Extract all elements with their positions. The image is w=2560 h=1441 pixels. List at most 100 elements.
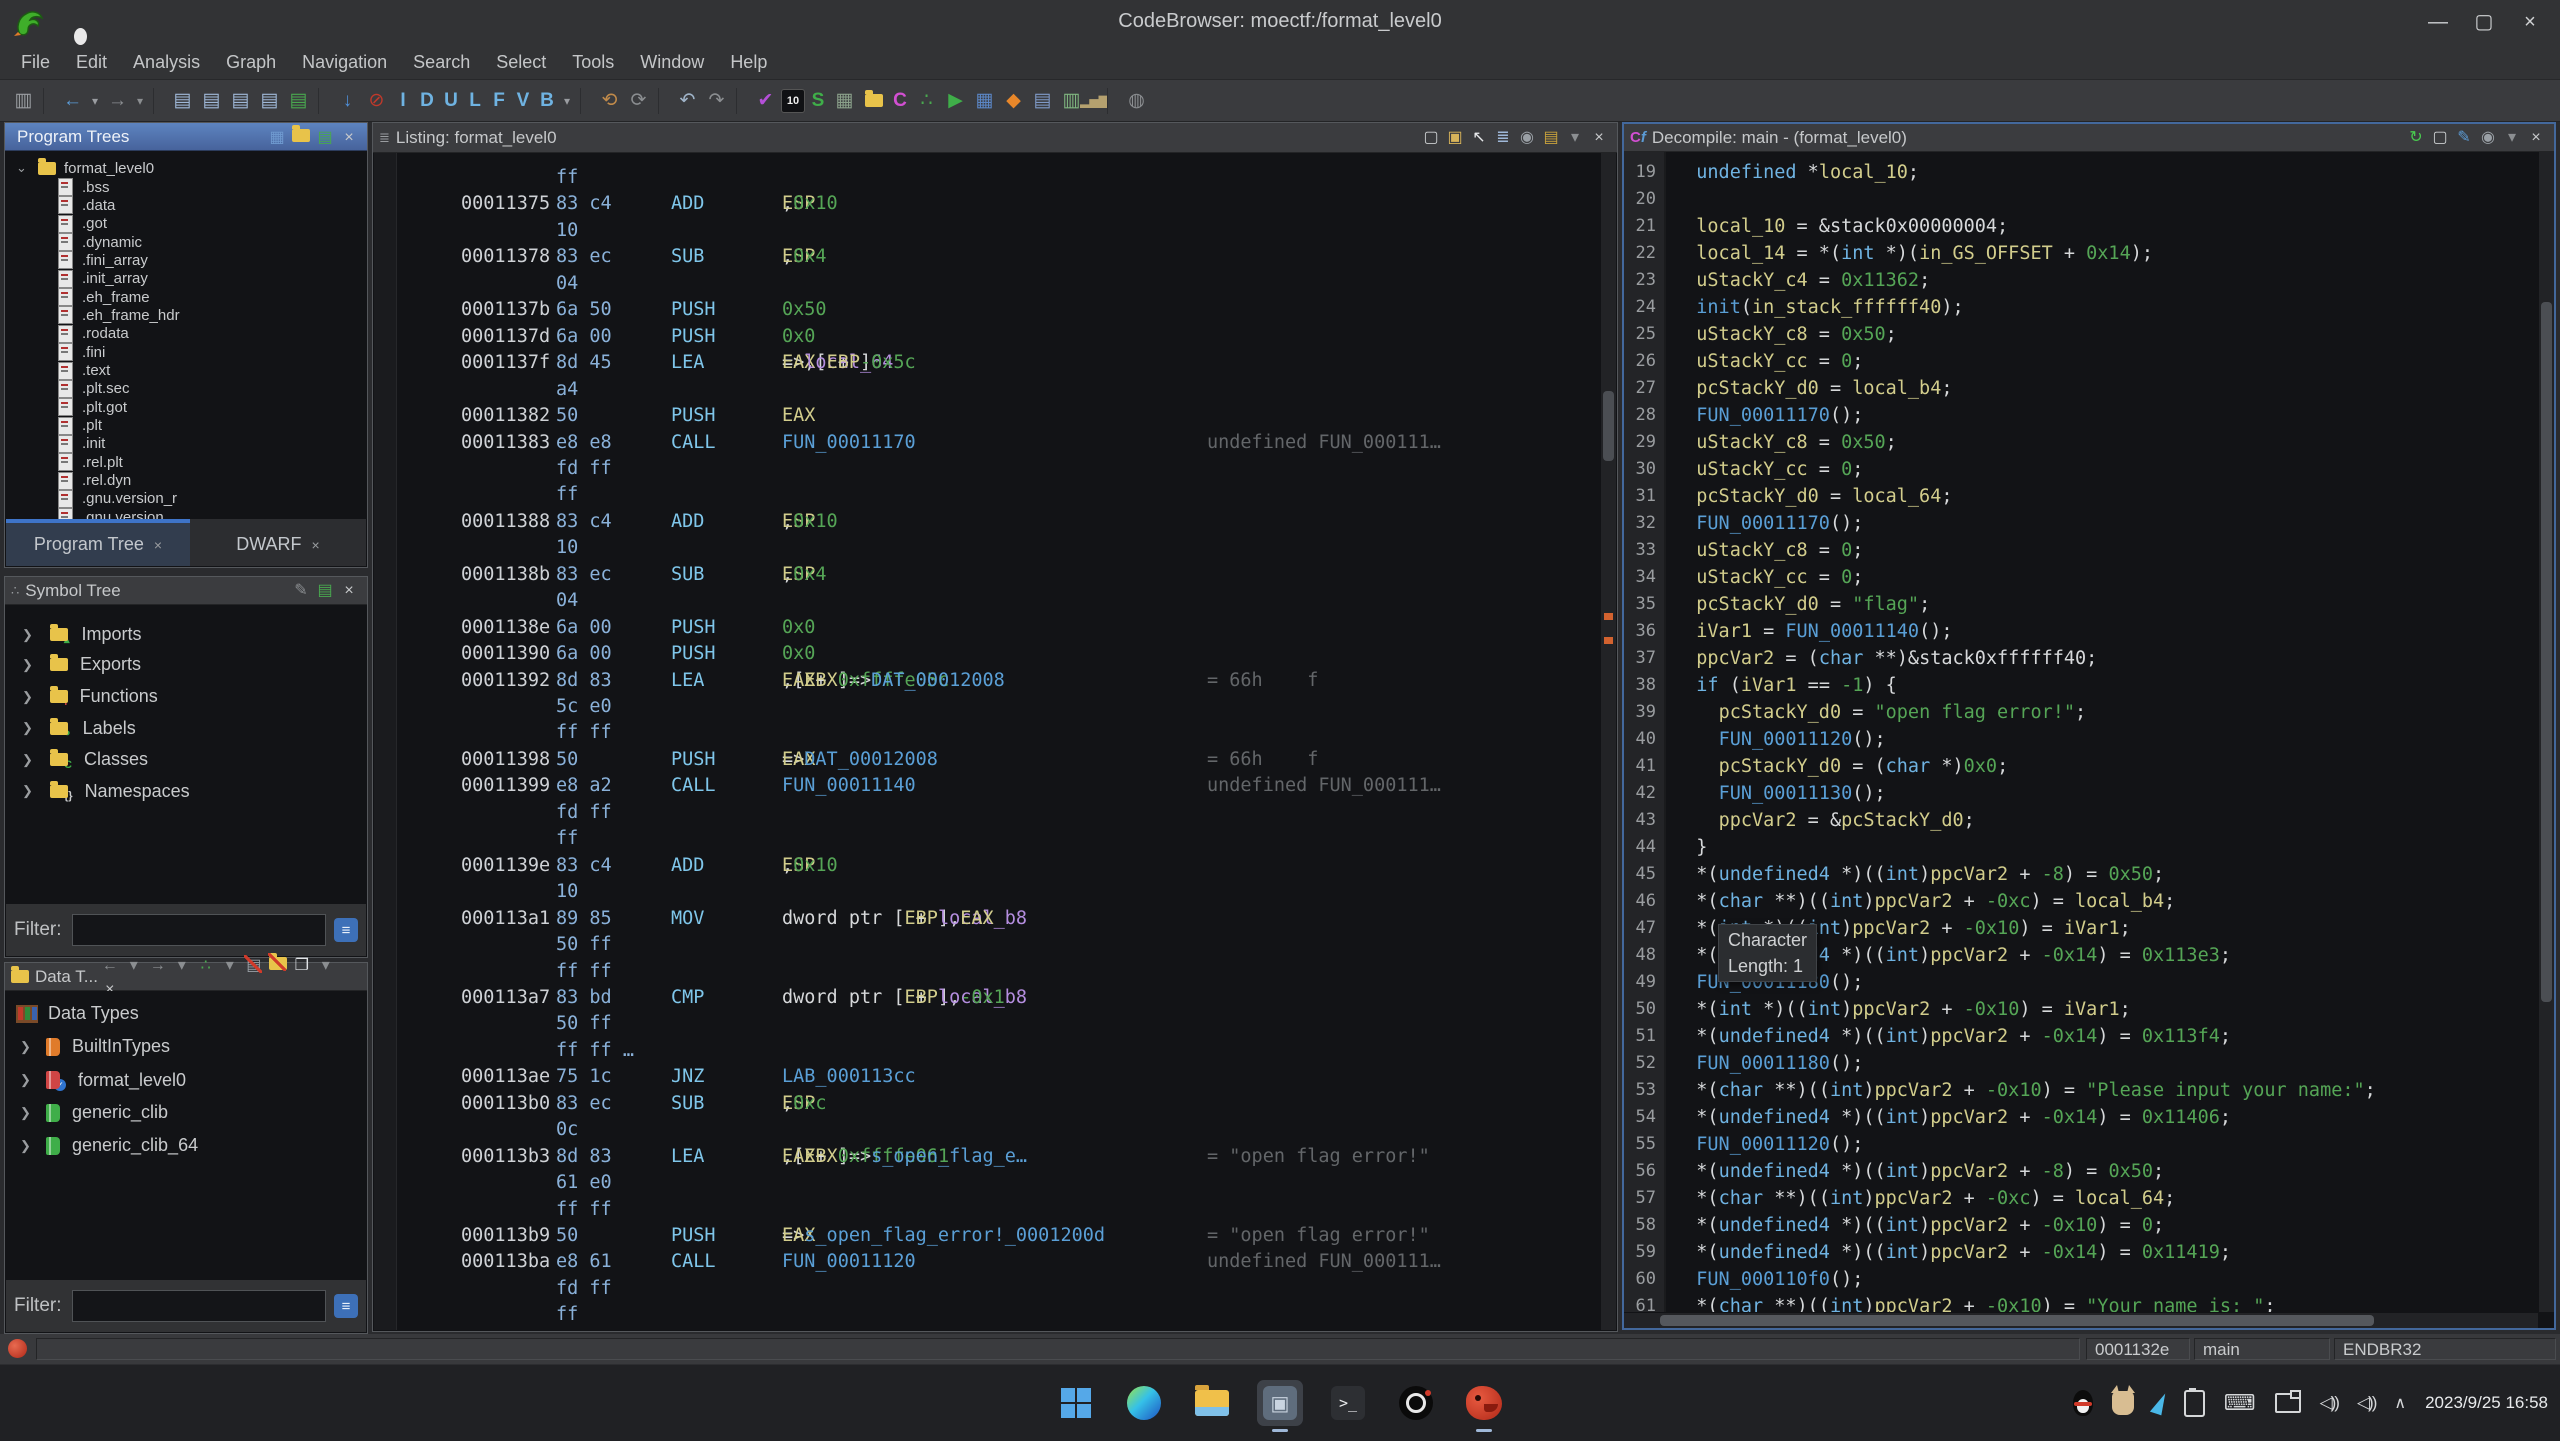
- listing-row[interactable]: 000113b38d 83LEAEAX,[EBX + 0xffffe061]=>…: [374, 1146, 1616, 1172]
- listing-row[interactable]: ff: [374, 828, 1616, 854]
- symbol-tree-header[interactable]: ∴ Symbol Tree ✎▤×: [5, 577, 367, 605]
- tree-section-plt[interactable]: .plt: [58, 417, 102, 435]
- listing-row[interactable]: 000113928d 83LEAEAX,[EBX + 0xffffe05c]=>…: [374, 670, 1616, 696]
- bytes-viewer-icon[interactable]: 10: [781, 89, 805, 113]
- decompile-line[interactable]: 25 uStackY_c8 = 0x50;: [1624, 324, 2538, 349]
- decompile-line[interactable]: 39 pcStackY_d0 = "open flag error!";: [1624, 702, 2538, 727]
- ghidra-status-icon[interactable]: [8, 1339, 27, 1358]
- decompile-line[interactable]: 59 *(undefined4 *)((int)ppcVar2 + -0x14)…: [1624, 1242, 2538, 1267]
- tab-program-tree[interactable]: Program Tree×: [6, 519, 190, 566]
- tree-section-eh_frame_hdr[interactable]: .eh_frame_hdr: [58, 306, 180, 324]
- listing-row[interactable]: 0001137583 c4ADDESP,0x10: [374, 193, 1616, 219]
- decompile-line[interactable]: 60 FUN_000110f0();: [1624, 1269, 2538, 1294]
- thunder-tray-icon[interactable]: [2150, 1391, 2168, 1416]
- start-button[interactable]: [1053, 1380, 1099, 1426]
- symbol-tree-icon[interactable]: ∴: [913, 87, 940, 115]
- expand-icon[interactable]: ❯: [22, 689, 50, 705]
- listing-row[interactable]: 10: [374, 881, 1616, 907]
- refresh-icon[interactable]: ↻: [2404, 125, 2428, 149]
- diamond-icon[interactable]: ◆: [1000, 87, 1027, 115]
- active-app-icon[interactable]: ▣: [1257, 1380, 1303, 1426]
- listing-row[interactable]: 000113b950PUSHEAX=>s_open_flag_error!_00…: [374, 1225, 1616, 1251]
- listing-row[interactable]: 10: [374, 537, 1616, 563]
- listing-row[interactable]: 000113ae75 1cJNZLAB_000113cc: [374, 1066, 1616, 1092]
- data-type-manager-icon[interactable]: [860, 87, 887, 115]
- listing-row[interactable]: ff: [374, 484, 1616, 510]
- tree-section-fini[interactable]: .fini: [58, 343, 105, 361]
- listing-row[interactable]: 0001138250PUSHEAX: [374, 405, 1616, 431]
- filter-options-icon[interactable]: ≡: [334, 1294, 358, 1318]
- data-type-item-generic_clib_64[interactable]: ❯generic_clib_64: [20, 1135, 198, 1156]
- volume2-icon[interactable]: ◁)): [2357, 1393, 2375, 1413]
- tree-section-pltsec[interactable]: .plt.sec: [58, 380, 130, 398]
- data-type-item-builtintypes[interactable]: ❯BuiltInTypes: [20, 1036, 170, 1057]
- tab-close-icon[interactable]: ×: [154, 537, 162, 553]
- volume-icon[interactable]: ◁)): [2320, 1393, 2338, 1413]
- menu-file[interactable]: File: [8, 46, 63, 79]
- data-type-item-datatypes[interactable]: Data Types: [16, 1003, 139, 1024]
- copy-icon[interactable]: ▢: [2428, 125, 2452, 149]
- data-type-manager-header[interactable]: Data T... ←▾→▾∴▾▤❐▾×: [5, 963, 367, 991]
- listing-row[interactable]: 0001137f8d 45LEAEAX=>local_64,[EBP + -0x…: [374, 352, 1616, 378]
- conflict-menu-icon[interactable]: ▾: [218, 953, 242, 977]
- symbol-tree[interactable]: ❯▴Imports❯Exports❯fFunctions❯●Labels❯CCl…: [6, 605, 366, 903]
- data-long-icon[interactable]: L: [464, 87, 486, 115]
- symbol-tree-item-exports[interactable]: ❯Exports: [22, 654, 141, 675]
- data-byte-icon[interactable]: I: [392, 87, 414, 115]
- tree-section-gnuversion[interactable]: .gnu.version: [58, 508, 164, 519]
- listing-row[interactable]: 50 ff: [374, 934, 1616, 960]
- listing-row[interactable]: 0001137b6a 50PUSH0x50: [374, 299, 1616, 325]
- menu-navigation[interactable]: Navigation: [289, 46, 400, 79]
- symbol-tree-item-imports[interactable]: ❯▴Imports: [22, 623, 142, 646]
- back-icon[interactable]: ←: [98, 954, 122, 978]
- decompile-line[interactable]: 34 uStackY_cc = 0;: [1624, 567, 2538, 592]
- redo-icon[interactable]: ↷: [703, 87, 730, 115]
- chart-icon[interactable]: ▂▅▇: [1087, 87, 1101, 115]
- decompile-line[interactable]: 51 *(undefined4 *)((int)ppcVar2 + -0x14)…: [1624, 1026, 2538, 1051]
- decompile-line[interactable]: 20: [1624, 189, 2538, 214]
- new-tree-icon[interactable]: ▦: [265, 125, 289, 149]
- data-float-icon[interactable]: F: [488, 87, 510, 115]
- decompile-line[interactable]: 21 local_10 = &stack0x00000004;: [1624, 216, 2538, 241]
- tree-section-rodata[interactable]: .rodata: [58, 325, 129, 343]
- listing-row[interactable]: fd ff: [374, 458, 1616, 484]
- menu-caret-icon[interactable]: ▾: [1563, 125, 1587, 149]
- program-trees-header[interactable]: Program Trees ▦▤×: [5, 123, 367, 151]
- tree-section-relplt[interactable]: .rel.plt: [58, 453, 123, 471]
- data-type-item-format_level0[interactable]: ❯✓format_level0: [20, 1069, 186, 1091]
- file-explorer-icon[interactable]: [1189, 1380, 1235, 1426]
- close-button[interactable]: ×: [2510, 6, 2550, 38]
- recorder-app-icon[interactable]: [1393, 1380, 1439, 1426]
- symbol-tree-item-classes[interactable]: ❯CClasses: [22, 749, 148, 771]
- edit-icon[interactable]: ✎: [289, 578, 313, 602]
- clock[interactable]: 2023/9/25 16:58: [2425, 1393, 2548, 1413]
- listing-row[interactable]: 50 ff: [374, 1013, 1616, 1039]
- menu-tools[interactable]: Tools: [559, 46, 627, 79]
- tree-section-dynamic[interactable]: .dynamic: [58, 233, 142, 251]
- back-icon[interactable]: ←: [59, 87, 86, 115]
- listing-row[interactable]: 0001139850PUSHEAX=>DAT_00012008= 66h f: [374, 749, 1616, 775]
- scrollbar-thumb[interactable]: [2541, 302, 2552, 1002]
- listing-row[interactable]: 00011399e8 a2CALLFUN_00011140undefined F…: [374, 775, 1616, 801]
- listing-row[interactable]: 5c e0: [374, 696, 1616, 722]
- tree-section-eh_frame[interactable]: .eh_frame: [58, 288, 150, 306]
- register-manager-icon[interactable]: ◍: [1123, 87, 1150, 115]
- decompile-line[interactable]: 30 uStackY_cc = 0;: [1624, 459, 2538, 484]
- prev-location-icon[interactable]: ▤: [169, 87, 196, 115]
- decompile-line[interactable]: 28 FUN_00011170();: [1624, 405, 2538, 430]
- listing-row[interactable]: 0c: [374, 1119, 1616, 1145]
- decompile-line[interactable]: 24 init(in_stack_ffffff40);: [1624, 297, 2538, 322]
- tree-root-format_level0[interactable]: ⌄format_level0: [16, 159, 154, 177]
- menu-search[interactable]: Search: [400, 46, 483, 79]
- symbol-filter-input[interactable]: [72, 914, 327, 946]
- decompile-line[interactable]: 36 iVar1 = FUN_00011140();: [1624, 621, 2538, 646]
- decompile-line[interactable]: 33 uStackY_c8 = 0;: [1624, 540, 2538, 565]
- listing-row[interactable]: 000113b083 ecSUBESP,0xc: [374, 1093, 1616, 1119]
- listing-row[interactable]: 61 e0: [374, 1172, 1616, 1198]
- expand-icon[interactable]: ❯: [20, 1138, 46, 1154]
- tree-section-init_array[interactable]: .init_array: [58, 270, 148, 288]
- listing-row[interactable]: 000113906a 00PUSH0x0: [374, 643, 1616, 669]
- symbol-tree-item-namespaces[interactable]: ❯{}Namespaces: [22, 780, 190, 802]
- symbol-table-icon[interactable]: ▤: [1029, 87, 1056, 115]
- decompile-line[interactable]: 31 pcStackY_d0 = local_64;: [1624, 486, 2538, 511]
